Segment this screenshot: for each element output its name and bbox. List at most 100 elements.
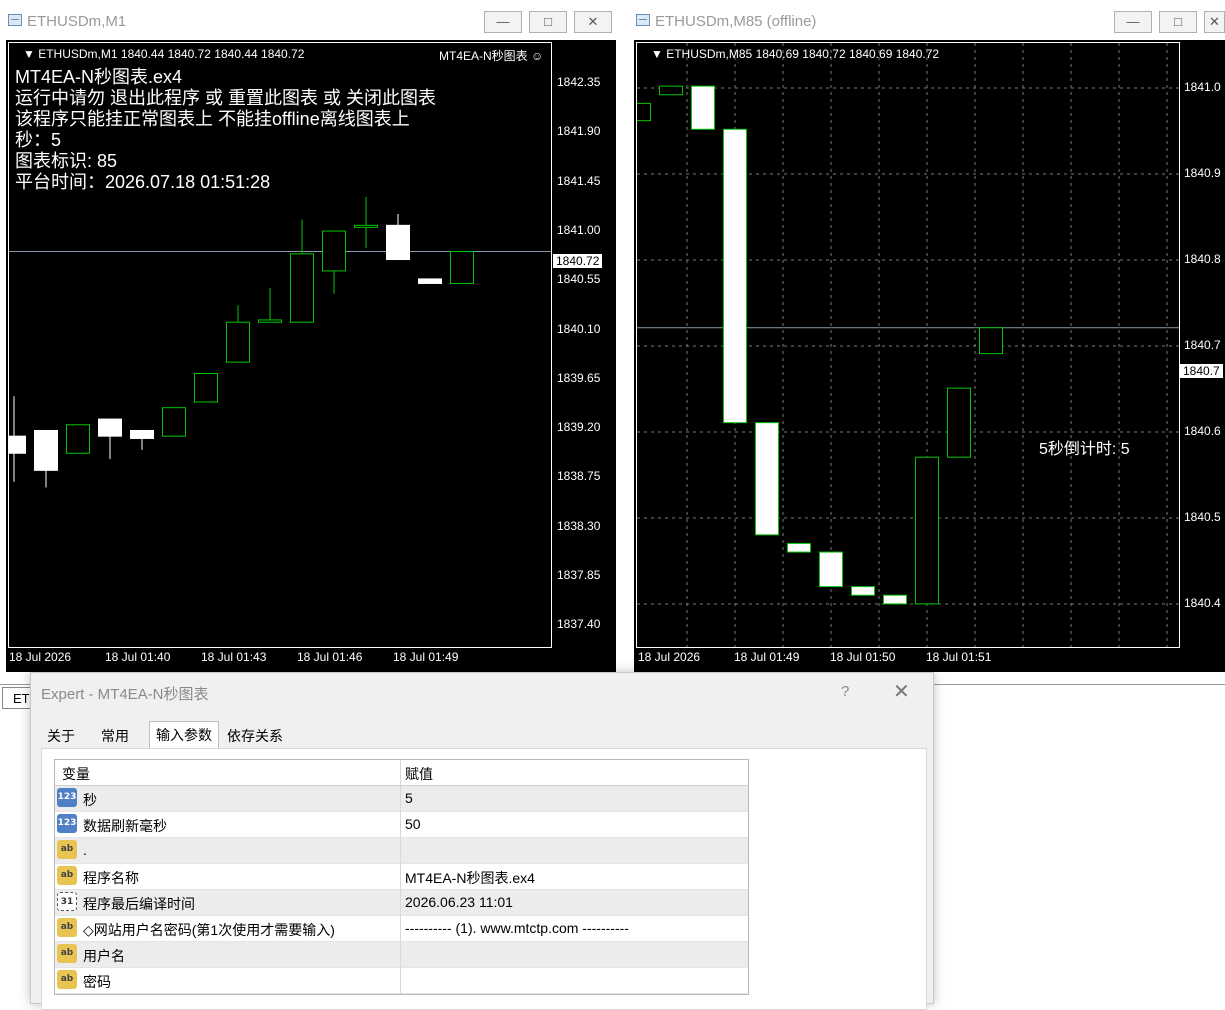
tab-inputs[interactable]: 输入参数 <box>149 721 219 748</box>
bull-candle <box>637 102 651 122</box>
bear-candle <box>98 418 122 437</box>
window-titlebar[interactable]: ETHUSDm,M85 (offline) — □ ✕ <box>628 0 1225 40</box>
chart-window-m1[interactable]: ETHUSDm,M1 — □ ✕ ▼ ETHUSDm,M1 1840.44 18… <box>0 0 622 672</box>
datetime-type-icon: 31 <box>57 892 77 911</box>
bull-candle <box>915 456 939 605</box>
time-label: 18 Jul 01:49 <box>734 650 800 664</box>
integer-type-icon: 123 <box>57 814 77 833</box>
price-label: 1839.65 <box>557 370 601 385</box>
candlestick-chart <box>637 43 1179 647</box>
close-button[interactable]: ✕ <box>574 11 612 33</box>
bull-candle <box>979 327 1003 355</box>
bull-candle <box>162 407 186 437</box>
tab-about[interactable]: 关于 <box>41 725 81 747</box>
input-value[interactable]: 50 <box>405 816 421 832</box>
chart-window-icon <box>8 14 22 26</box>
dialog-close-button[interactable]: ✕ <box>893 679 910 704</box>
time-label: 18 Jul 01:51 <box>926 650 992 664</box>
chart-plot-area[interactable]: ▼ ETHUSDm,M85 1840.69 1840.72 1840.69 18… <box>636 42 1180 648</box>
chart-window-m85-offline[interactable]: ETHUSDm,M85 (offline) — □ ✕ ▼ ETHUSDm,M8… <box>628 0 1225 672</box>
bull-candle <box>322 230 346 272</box>
window-titlebar[interactable]: ETHUSDm,M1 — □ ✕ <box>0 0 622 40</box>
tab-common[interactable]: 常用 <box>95 725 135 747</box>
time-label: 18 Jul 2026 <box>9 650 72 664</box>
bear-candle <box>819 551 843 588</box>
chart-window-icon <box>636 14 650 26</box>
input-row[interactable]: ab 程序名称 MT4EA-N秒图表.ex4 <box>55 864 748 890</box>
info-line: 该程序只能挂正常图表上 不能挂offline离线图表上 <box>15 109 410 129</box>
dropdown-triangle-icon[interactable]: ▼ <box>23 47 38 61</box>
bull-candle <box>354 224 378 228</box>
price-label: 1840.7 <box>1184 338 1221 352</box>
input-row[interactable]: 123 秒 5 <box>55 786 748 812</box>
inputs-grid: 变量 赋值 123 秒 5 123 数据刷新毫秒 50 ab. ab 程序名称 MT4EA-N秒图… <box>54 759 749 995</box>
column-header-value: 赋值 <box>405 766 433 782</box>
price-label: 1840.10 <box>557 321 601 336</box>
bear-candle <box>723 128 747 424</box>
bear-candle <box>787 542 811 553</box>
price-label: 1842.35 <box>557 75 601 89</box>
integer-type-icon: 123 <box>57 788 77 807</box>
bear-candle <box>851 586 875 596</box>
bull-candle <box>194 372 218 403</box>
restore-button[interactable]: □ <box>1159 11 1197 33</box>
input-row[interactable]: ab. <box>55 838 748 864</box>
time-label: 18 Jul 01:50 <box>830 650 896 664</box>
input-value[interactable]: MT4EA-N秒图表.ex4 <box>405 868 535 888</box>
help-button[interactable]: ? <box>841 683 849 700</box>
price-label: 1837.85 <box>557 568 601 582</box>
input-variable-name: 数据刷新毫秒 <box>83 818 167 834</box>
expert-dialog: Expert - MT4EA-N秒图表 ? ✕ 关于 常用 输入参数 依存关系 … <box>30 672 934 1010</box>
input-variable-name: . <box>83 842 87 858</box>
ohlc-readout: ▼ ETHUSDm,M1 1840.44 1840.72 1840.44 184… <box>23 47 305 61</box>
chart-frame: ▼ ETHUSDm,M1 1840.44 1840.72 1840.44 184… <box>6 40 616 672</box>
price-label: 1840.8 <box>1184 252 1221 266</box>
price-label: 1841.90 <box>557 124 601 139</box>
string-type-icon: ab <box>57 918 77 937</box>
input-value[interactable]: ---------- (1). www.mtctp.com ---------- <box>405 920 629 936</box>
input-value[interactable]: 5 <box>405 790 413 806</box>
price-label: 1841.00 <box>557 222 601 237</box>
input-variable-name: 程序最后编译时间 <box>83 896 195 912</box>
dropdown-triangle-icon[interactable]: ▼ <box>651 47 666 61</box>
chart-plot-area[interactable]: ▼ ETHUSDm,M1 1840.44 1840.72 1840.44 184… <box>8 42 552 648</box>
bear-candle <box>755 422 779 536</box>
input-row[interactable]: ab 用户名 <box>55 942 748 968</box>
close-button[interactable]: ✕ <box>1204 11 1225 33</box>
tab-dependencies[interactable]: 依存关系 <box>221 725 289 747</box>
grid-header: 变量 赋值 <box>55 760 748 786</box>
bull-candle <box>947 387 971 458</box>
price-label: 1837.40 <box>557 617 601 632</box>
minimize-button[interactable]: — <box>484 11 522 33</box>
time-label: 18 Jul 01:40 <box>105 650 171 664</box>
input-variable-name: 密码 <box>83 974 111 990</box>
input-row[interactable]: ab 密码 <box>55 968 748 994</box>
input-row[interactable]: ab ◇网站用户名密码(第1次使用才需要输入) ---------- (1). ww… <box>55 916 748 942</box>
info-line: 平台时间：2026.07.18 01:51:28 <box>15 172 271 192</box>
input-row[interactable]: 123 数据刷新毫秒 50 <box>55 812 748 838</box>
minimize-button[interactable]: — <box>1114 11 1152 33</box>
bull-candle <box>450 251 474 284</box>
input-row[interactable]: 31 程序最后编译时间 2026.06.23 11:01 <box>55 890 748 916</box>
price-label: 1840.9 <box>1184 166 1221 180</box>
price-label: 1840.55 <box>557 272 601 287</box>
input-variable-name: 用户名 <box>83 948 125 964</box>
bear-candle <box>9 435 26 454</box>
window-title: ETHUSDm,M1 <box>27 13 127 30</box>
input-variable-name: 秒 <box>83 792 97 808</box>
price-label: 1840.5 <box>1184 510 1221 524</box>
price-label: 1840.6 <box>1184 424 1221 438</box>
bull-candle <box>290 253 314 323</box>
window-title: ETHUSDm,M85 (offline) <box>655 13 817 30</box>
input-value[interactable]: 2026.06.23 11:01 <box>405 894 513 910</box>
ohlc-readout: ▼ ETHUSDm,M85 1840.69 1840.72 1840.69 18… <box>651 47 940 61</box>
time-label: 18 Jul 01:43 <box>201 650 267 664</box>
time-label: 18 Jul 2026 <box>638 650 701 664</box>
time-label: 18 Jul 01:46 <box>297 650 363 664</box>
restore-button[interactable]: □ <box>529 11 567 33</box>
string-type-icon: ab <box>57 944 77 963</box>
input-variable-name: 程序名称 <box>83 870 139 886</box>
candlestick-chart <box>9 196 551 488</box>
inputs-panel: 变量 赋值 123 秒 5 123 数据刷新毫秒 50 ab. ab 程序名称 MT4EA-N秒图… <box>41 748 927 1010</box>
countdown-label: 5秒倒计时: 5 <box>1039 441 1130 458</box>
